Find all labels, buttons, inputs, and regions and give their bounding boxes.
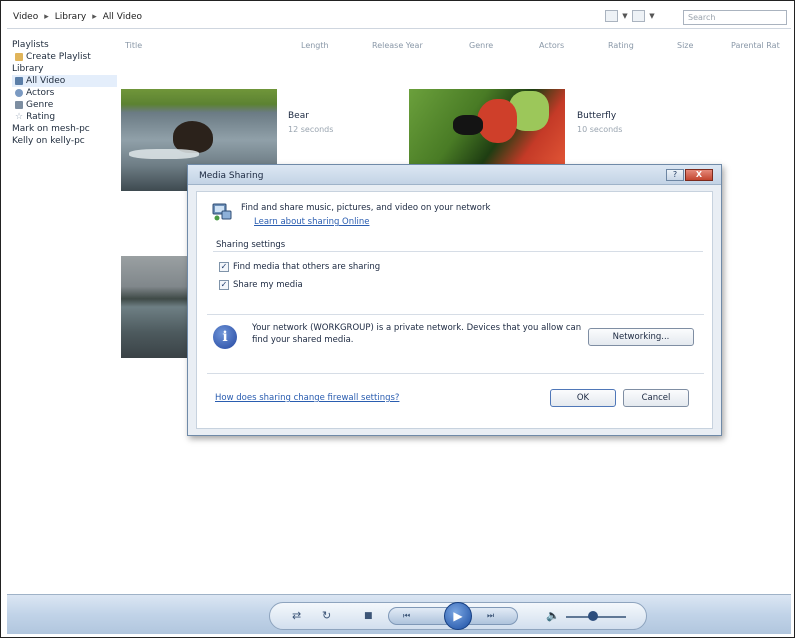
breadcrumb-separator-icon: ▸ (92, 12, 97, 22)
video-length-butterfly: 10 seconds (577, 125, 623, 134)
sharing-description: Find and share music, pictures, and vide… (241, 203, 491, 213)
nav-actors-label: Actors (26, 88, 55, 98)
cancel-button[interactable]: Cancel (623, 389, 689, 407)
share-media-option[interactable]: ✓ Share my media (219, 280, 303, 290)
sharing-settings-label: Sharing settings (216, 240, 286, 250)
nav-create-playlist[interactable]: Create Playlist (12, 51, 117, 63)
share-media-label: Share my media (233, 280, 303, 290)
close-icon[interactable]: X (685, 169, 713, 181)
column-release-year[interactable]: Release Year (372, 41, 423, 50)
breadcrumb-separator-icon: ▸ (44, 12, 49, 22)
video-thumbnail-butterfly[interactable] (409, 89, 565, 164)
learn-about-sharing-link[interactable]: Learn about sharing Online (254, 217, 369, 227)
nav-playlists[interactable]: Playlists (12, 39, 117, 51)
genre-icon (15, 101, 23, 109)
nav-rating[interactable]: ☆ Rating (12, 111, 117, 123)
play-icon: ▶ (453, 609, 463, 623)
video-title-butterfly[interactable]: Butterfly (577, 111, 616, 121)
shuffle-icon[interactable]: ⇄ (292, 609, 301, 622)
video-title-bear[interactable]: Bear (288, 111, 309, 121)
nav-library[interactable]: Library (12, 63, 117, 75)
media-sharing-icon (212, 203, 232, 221)
networking-button[interactable]: Networking... (588, 328, 694, 346)
playback-bar: ⇄ ↻ ■ ⏮ ⏭ ▶ 🔈 (7, 594, 791, 634)
column-size[interactable]: Size (677, 41, 693, 50)
nav-create-playlist-label: Create Playlist (26, 52, 91, 62)
navigation-pane: Playlists Create Playlist Library All Vi… (12, 39, 117, 147)
video-length-bear: 12 seconds (288, 125, 334, 134)
view-options-icon[interactable] (605, 10, 618, 22)
firewall-settings-link[interactable]: How does sharing change firewall setting… (215, 393, 399, 403)
stop-icon[interactable]: ■ (364, 611, 373, 621)
search-input[interactable]: Search (683, 10, 787, 25)
nav-genre[interactable]: Genre (12, 99, 117, 111)
video-thumbnail-lake[interactable] (121, 256, 187, 358)
breadcrumb-video[interactable]: Video (13, 12, 38, 22)
network-status-text: Your network (WORKGROUP) is a private ne… (252, 323, 582, 345)
butterfly-shape (453, 115, 483, 135)
breadcrumb: Video ▸ Library ▸ All Video (13, 12, 142, 22)
nav-rating-label: Rating (26, 112, 56, 122)
repeat-icon[interactable]: ↻ (322, 609, 331, 622)
dialog-title-bar[interactable]: Media Sharing ? X (188, 165, 721, 185)
volume-icon[interactable]: 🔈 (546, 609, 560, 622)
nav-shared-library-mark[interactable]: Mark on mesh-pc (12, 123, 117, 135)
column-length[interactable]: Length (301, 41, 329, 50)
nav-all-video-label: All Video (26, 76, 66, 86)
playlist-icon (15, 53, 23, 61)
star-icon: ☆ (15, 112, 24, 122)
address-bar: Video ▸ Library ▸ All Video ▼ ▼ Search (7, 7, 791, 29)
nav-actors[interactable]: Actors (12, 87, 117, 99)
share-media-checkbox[interactable]: ✓ (219, 280, 229, 290)
column-genre[interactable]: Genre (469, 41, 493, 50)
play-button[interactable]: ▶ (444, 602, 472, 630)
ok-button[interactable]: OK (550, 389, 616, 407)
breadcrumb-all-video[interactable]: All Video (103, 12, 142, 22)
column-actors[interactable]: Actors (539, 41, 564, 50)
person-icon (15, 89, 23, 97)
column-parental-rating[interactable]: Parental Rat (731, 41, 780, 50)
dialog-window-buttons: ? X (666, 169, 713, 181)
breadcrumb-library[interactable]: Library (55, 12, 86, 22)
next-icon[interactable]: ⏭ (487, 611, 494, 621)
help-icon[interactable]: ? (666, 169, 684, 181)
video-icon (15, 77, 23, 85)
divider (213, 251, 703, 252)
volume-slider-thumb[interactable] (588, 611, 598, 621)
chevron-down-icon[interactable]: ▼ (649, 10, 655, 22)
column-rating[interactable]: Rating (608, 41, 634, 50)
media-sharing-dialog: Media Sharing ? X Find and share music, … (187, 164, 722, 436)
nav-all-video[interactable]: All Video (12, 75, 117, 87)
find-media-checkbox[interactable]: ✓ (219, 262, 229, 272)
find-media-option[interactable]: ✓ Find media that others are sharing (219, 262, 380, 272)
dialog-title: Media Sharing (199, 171, 264, 181)
info-icon: i (213, 325, 237, 349)
chevron-down-icon[interactable]: ▼ (622, 10, 628, 22)
water-foam (129, 149, 199, 159)
view-options: ▼ ▼ (605, 10, 655, 22)
playback-controls: ⇄ ↻ ■ ⏮ ⏭ ▶ 🔈 (269, 602, 647, 630)
wing-shape (477, 99, 517, 143)
nav-genre-label: Genre (26, 100, 54, 110)
nav-shared-library-kelly[interactable]: Kelly on kelly-pc (12, 135, 117, 147)
app-window: Video ▸ Library ▸ All Video ▼ ▼ Search P… (0, 0, 795, 638)
previous-icon[interactable]: ⏮ (403, 611, 410, 621)
find-media-label: Find media that others are sharing (233, 262, 381, 272)
layout-options-icon[interactable] (632, 10, 645, 22)
ok-button-label: OK (576, 393, 590, 403)
dialog-content: Find and share music, pictures, and vide… (196, 191, 713, 429)
column-title[interactable]: Title (125, 41, 142, 50)
column-header: Title Length Release Year Genre Actors R… (121, 41, 791, 55)
